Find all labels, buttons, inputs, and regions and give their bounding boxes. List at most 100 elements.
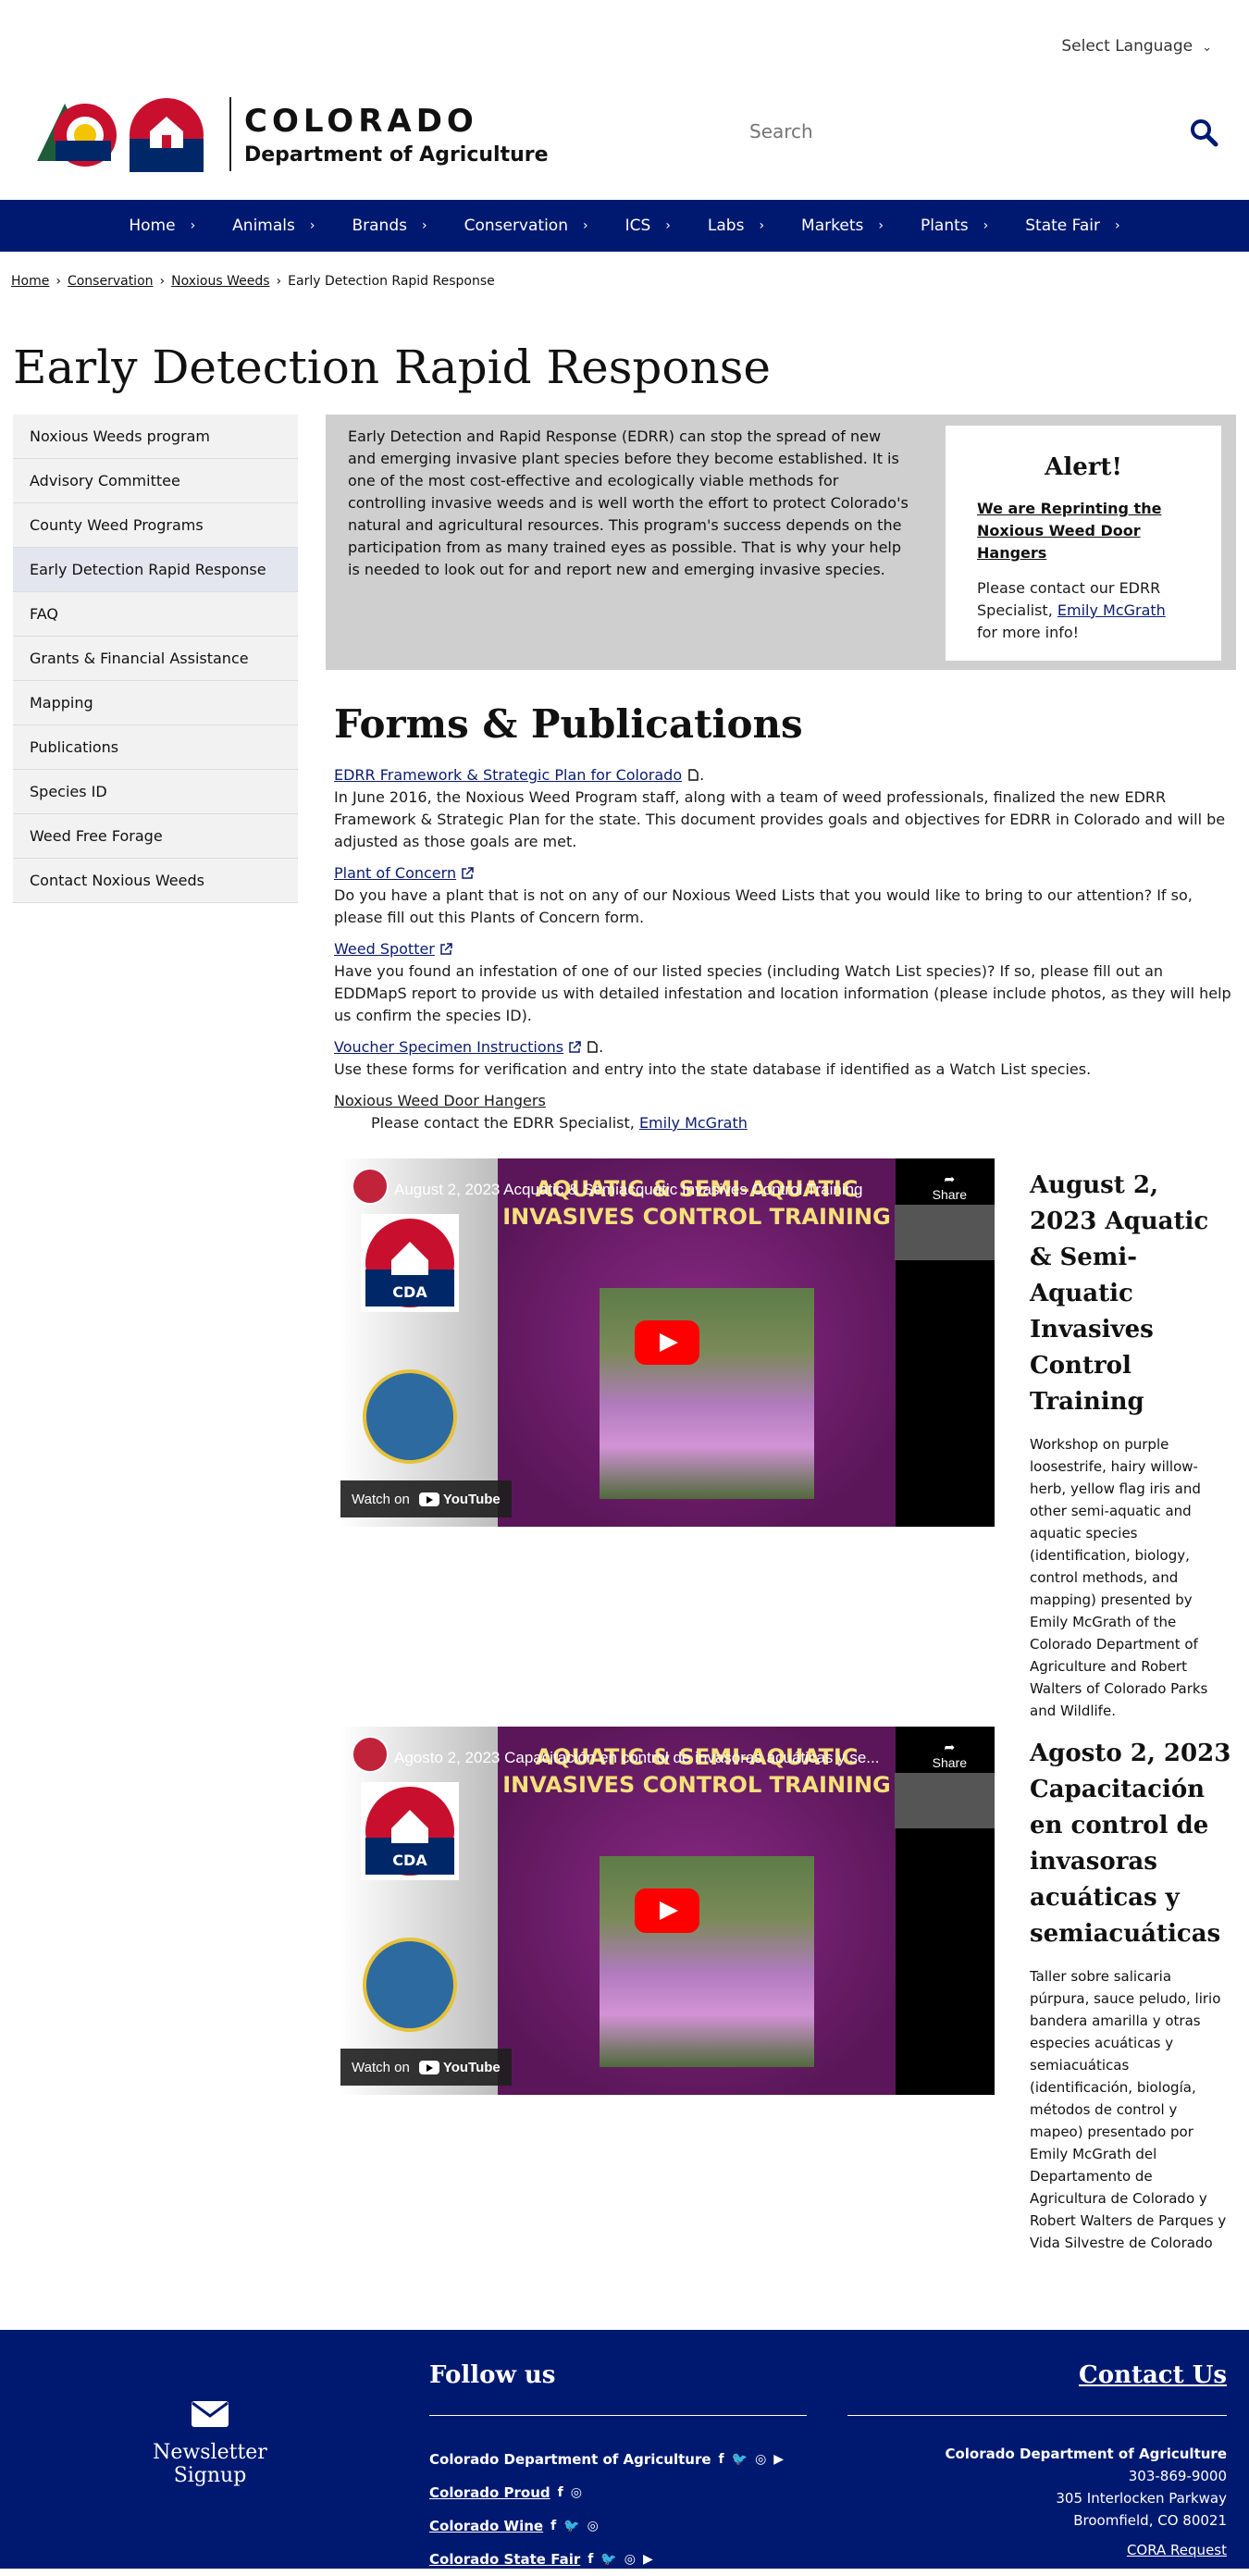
alert-body: Please contact our EDRR Specialist, Emil… <box>977 577 1190 644</box>
nav-item-label: State Fair <box>1025 217 1101 235</box>
chevron-right-icon: › <box>1115 218 1120 233</box>
nav-item-label: Markets <box>801 217 864 235</box>
chevron-right-icon: › <box>309 218 315 233</box>
facebook-icon[interactable]: f <box>550 2519 556 2533</box>
publication-desc: Use these forms for verification and ent… <box>334 1060 1092 1078</box>
weed-spotter-link[interactable]: Weed Spotter <box>334 940 435 958</box>
sidebar-item-weed-free-forage[interactable]: Weed Free Forage <box>13 814 298 859</box>
nav-item-animals[interactable]: Animals › <box>214 217 333 235</box>
site-logo[interactable]: COLORADO Department of Agriculture <box>28 94 549 174</box>
facebook-icon[interactable]: f <box>558 2485 563 2500</box>
sidebar-nav: Noxious Weeds program Advisory Committee C… <box>13 415 298 903</box>
social-org-link[interactable]: Colorado State Fair <box>429 2551 580 2568</box>
share-label: Share <box>932 1187 967 1202</box>
chevron-right-icon: › <box>582 218 588 233</box>
breadcrumb-link[interactable]: Noxious Weeds <box>171 274 269 289</box>
alert-door-hangers-link[interactable]: We are Reprinting the Noxious Weed Door … <box>977 498 1190 564</box>
nav-item-label: Home <box>129 217 176 235</box>
publication-desc: In June 2016, the Noxious Weed Program s… <box>334 788 1226 850</box>
search-icon[interactable] <box>1188 117 1219 148</box>
newsletter-signup-button[interactable]: Newsletter Signup <box>115 2400 305 2487</box>
sidebar-item-advisory-committee[interactable]: Advisory Committee <box>13 459 298 503</box>
envelope-icon <box>192 2401 229 2427</box>
facebook-icon[interactable]: f <box>587 2552 593 2567</box>
edrr-framework-link[interactable]: EDRR Framework & Strategic Plan for Colo… <box>334 766 682 784</box>
search-bar <box>740 109 1230 155</box>
alert-box: Alert! We are Reprinting the Noxious Wee… <box>946 426 1221 661</box>
instagram-icon[interactable]: ◎ <box>571 2485 582 2500</box>
instagram-icon[interactable]: ◎ <box>755 2452 766 2467</box>
share-label: Share <box>932 1755 967 1770</box>
breadcrumb-link[interactable]: Home <box>11 274 49 289</box>
channel-avatar[interactable] <box>352 1736 389 1773</box>
nav-item-label: Plants <box>920 217 969 235</box>
sidebar-item-early-detection-rapid-response[interactable]: Early Detection Rapid Response <box>13 548 298 592</box>
instagram-icon[interactable]: ◎ <box>624 2552 636 2567</box>
contact-us-link[interactable]: Contact Us <box>1079 2361 1227 2389</box>
nav-item-conservation[interactable]: Conservation › <box>446 217 607 235</box>
play-button-icon[interactable] <box>635 1889 699 1933</box>
breadcrumb-separator-icon: › <box>276 274 282 289</box>
sidebar-item-species-id[interactable]: Species ID <box>13 770 298 814</box>
nav-item-labs[interactable]: Labs › <box>689 217 783 235</box>
sidebar-item-grants-financial-assistance[interactable]: Grants & Financial Assistance <box>13 637 298 681</box>
watch-on-label: Watch on <box>352 2059 410 2075</box>
video-title[interactable]: August 2, 2023 Acquatic & Semiacquatic I… <box>394 1181 912 1199</box>
watch-on-youtube-button[interactable]: Watch on YouTube <box>340 1480 512 1517</box>
search-input[interactable] <box>740 109 1166 154</box>
language-selector[interactable]: Select Language ⌄ <box>1061 37 1212 56</box>
twitter-icon[interactable]: 🐦 <box>732 2452 748 2467</box>
cora-request-link[interactable]: CORA Request <box>1127 2542 1227 2558</box>
social-row: Colorado Department of Agriculture f 🐦 ◎ ▶ <box>429 2443 784 2476</box>
chevron-right-icon: › <box>665 218 671 233</box>
door-hangers-contact-link[interactable]: Emily McGrath <box>639 1114 748 1132</box>
breadcrumb-link[interactable]: Conservation <box>68 274 154 289</box>
youtube-icon[interactable]: ▶ <box>643 2552 653 2567</box>
nav-item-brands[interactable]: Brands › <box>333 217 445 235</box>
external-link-icon <box>440 943 452 955</box>
sidebar-item-county-weed-programs[interactable]: County Weed Programs <box>13 503 298 548</box>
publication-item: Weed Spotter Have you found an infestati… <box>334 938 1231 1027</box>
plant-of-concern-link[interactable]: Plant of Concern <box>334 864 456 882</box>
sidebar-item-publications[interactable]: Publications <box>13 725 298 770</box>
language-label: Select Language <box>1061 37 1193 56</box>
video-player[interactable]: CDA AQUATIC & SEMI-AQUATIC INVASIVES CON… <box>340 1727 995 2095</box>
sidebar-item-faq[interactable]: FAQ <box>13 592 298 637</box>
watch-on-youtube-button[interactable]: Watch on YouTube <box>340 2049 512 2086</box>
channel-avatar[interactable] <box>352 1168 389 1205</box>
nav-item-markets[interactable]: Markets › <box>783 217 902 235</box>
share-button[interactable]: ➦ Share <box>933 1171 967 1202</box>
nav-item-label: Animals <box>232 217 295 235</box>
facebook-icon[interactable]: f <box>719 2452 724 2467</box>
sidebar-item-noxious-weeds-program[interactable]: Noxious Weeds program <box>13 415 298 459</box>
twitter-icon[interactable]: 🐦 <box>600 2552 616 2567</box>
contact-address-line1: 305 Interlocken Parkway <box>1056 2490 1227 2507</box>
social-org-link[interactable]: Colorado Proud <box>429 2484 550 2501</box>
voucher-specimen-link[interactable]: Voucher Specimen Instructions <box>334 1038 563 1056</box>
chevron-down-icon: ⌄ <box>1202 41 1212 55</box>
nav-item-home[interactable]: Home › <box>110 217 214 235</box>
nav-item-ics[interactable]: ICS › <box>607 217 689 235</box>
video-title[interactable]: Agosto 2, 2023 Capacitación en control d… <box>394 1749 912 1767</box>
breadcrumb-separator-icon: › <box>56 274 61 289</box>
alert-contact-link[interactable]: Emily McGrath <box>1057 601 1166 619</box>
cda-badge-icon: CDA <box>361 1782 459 1880</box>
colorado-logo-icon <box>37 98 204 172</box>
play-button-icon[interactable] <box>635 1320 699 1365</box>
door-hangers-contact: Please contact the EDRR Specialist, Emil… <box>334 1112 1231 1134</box>
nav-item-plants[interactable]: Plants › <box>902 217 1007 235</box>
chevron-right-icon: › <box>878 218 884 233</box>
social-org-link[interactable]: Colorado Department of Agriculture <box>429 2451 711 2468</box>
instagram-icon[interactable]: ◎ <box>587 2519 599 2533</box>
sidebar-item-mapping[interactable]: Mapping <box>13 681 298 725</box>
publications-list: EDRR Framework & Strategic Plan for Colo… <box>334 764 1231 1144</box>
video-player[interactable]: CDA AQUATIC & SEMI-AQUATIC INVASIVES CON… <box>340 1158 995 1527</box>
nav-item-state-fair[interactable]: State Fair › <box>1007 217 1138 235</box>
twitter-icon[interactable]: 🐦 <box>563 2519 579 2533</box>
social-org-link[interactable]: Colorado Wine <box>429 2518 543 2534</box>
sidebar-item-contact-noxious-weeds[interactable]: Contact Noxious Weeds <box>13 859 298 903</box>
social-links: Colorado Department of Agriculture f 🐦 ◎ ▶ Co… <box>429 2443 784 2576</box>
video-sidebar: CDA <box>340 1158 498 1527</box>
youtube-icon[interactable]: ▶ <box>773 2452 784 2467</box>
share-button[interactable]: ➦ Share <box>933 1740 967 1770</box>
